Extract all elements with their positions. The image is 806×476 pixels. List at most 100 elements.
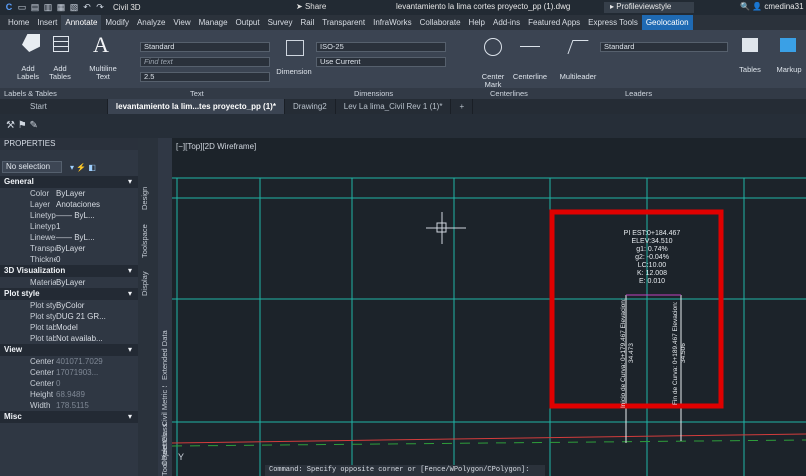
property-value[interactable]: 401071.7029 [56, 356, 138, 367]
new-icon[interactable]: ▭ [17, 2, 27, 13]
share-button[interactable]: ➤ Share [296, 2, 326, 11]
add-tables-icon[interactable] [53, 36, 69, 52]
markup-button[interactable]: Markup [774, 66, 804, 74]
quick-select-icon[interactable]: ▾ ⚡ ◧ [70, 163, 96, 172]
property-value[interactable]: Model [56, 322, 138, 333]
viewport-controls[interactable]: [−][Top][2D Wireframe] [176, 142, 256, 151]
selection-select[interactable]: No selection [2, 161, 62, 173]
tab-transparent[interactable]: Transparent [318, 15, 369, 30]
open-icon[interactable]: ▤ [30, 2, 40, 13]
side-tab-toolspace[interactable]: Toolspace [140, 216, 154, 266]
curve-start-label[interactable]: Inicio de Curva: 0+179.467 Elevacion: 34… [620, 298, 636, 408]
tab-express-tools[interactable]: Express Tools [584, 15, 642, 30]
property-row[interactable]: Lineweight—— ByL... [0, 232, 138, 243]
panel-title-leaders[interactable]: Leaders [625, 88, 652, 99]
file-tab-lev-la-lima[interactable]: Lev La lima_Civil Rev 1 (1)* [336, 99, 452, 114]
center-mark-button[interactable]: Center Mark [478, 73, 508, 89]
side-tab-design[interactable]: Design [140, 180, 154, 216]
find-text-input[interactable]: Find text [140, 57, 270, 67]
new-tab-icon[interactable]: + [451, 99, 474, 114]
property-section-header[interactable]: Misc ▾ [0, 411, 138, 423]
tab-modify[interactable]: Modify [101, 15, 133, 30]
property-row[interactable]: Plot table ty...Not availab... [0, 333, 138, 344]
multiline-text-icon[interactable]: A [93, 32, 109, 58]
property-row[interactable]: Thickness0 [0, 254, 138, 265]
tab-add-ins[interactable]: Add-ins [489, 15, 524, 30]
property-row[interactable]: Linetype—— ByL... [0, 210, 138, 221]
tab-help[interactable]: Help [465, 15, 489, 30]
tab-analyze[interactable]: Analyze [133, 15, 169, 30]
property-value[interactable]: —— ByL... [56, 210, 138, 221]
add-labels-icon[interactable] [22, 34, 40, 52]
dimension-layer-select[interactable]: Use Current [316, 57, 446, 67]
workspace-name[interactable]: Civil 3D [113, 3, 141, 12]
curve-pi-label[interactable]: PI EST:0+184.467 ELEV:34.510 g1: 0.74% g… [612, 230, 692, 286]
property-section-header[interactable]: General ▾ [0, 176, 138, 188]
property-row[interactable]: TransparencyByLayer [0, 243, 138, 254]
property-row[interactable]: Center Y1707190​3... [0, 367, 138, 378]
model-space[interactable]: Y [172, 138, 806, 476]
dimension-button[interactable]: Dimension [274, 68, 314, 76]
toolbar-icon[interactable]: ⚒ ⚑ ✎ [6, 120, 38, 131]
curve-end-label[interactable]: Fin de Curva: 0+189.467 Elevacion: 34.50… [672, 298, 688, 408]
panel-title-labels[interactable]: Labels & Tables [4, 88, 57, 99]
plot-icon[interactable]: ▧ [69, 2, 79, 13]
property-section-header[interactable]: 3D Visualization ▾ [0, 265, 138, 277]
multileader-button[interactable]: Multileader [558, 73, 598, 81]
undo-icon[interactable]: ↶ [82, 2, 92, 13]
property-value[interactable]: 1 [56, 221, 138, 232]
property-value[interactable]: 178.5115 [56, 400, 138, 411]
property-row[interactable]: Color ByLayer [0, 188, 138, 199]
tables-button[interactable]: Tables [736, 66, 764, 74]
centerline-button[interactable]: Centerline [510, 73, 550, 81]
side-tab-display[interactable]: Display [140, 266, 154, 302]
property-row[interactable]: Width 178.5115 [0, 400, 138, 411]
tab-collaborate[interactable]: Collaborate [416, 15, 465, 30]
multileader-icon[interactable] [567, 40, 589, 54]
tab-annotate[interactable]: Annotate [61, 15, 102, 30]
tab-insert[interactable]: Insert [33, 15, 61, 30]
property-value[interactable]: ByLayer [56, 243, 138, 254]
property-value[interactable]: 0 [56, 378, 138, 389]
property-row[interactable]: Layer Anotaciones [0, 199, 138, 210]
tab-featured-apps[interactable]: Featured Apps [524, 15, 584, 30]
drawing-canvas[interactable]: Y [−][Top][2D Wireframe] PI EST:0+184.46… [172, 138, 806, 476]
property-value[interactable]: 1707190​3... [56, 367, 138, 378]
panel-title-text[interactable]: Text [190, 88, 204, 99]
property-row[interactable]: Plot styleByColor [0, 300, 138, 311]
property-row[interactable]: Plot table a...Model [0, 322, 138, 333]
file-tab-active[interactable]: levantamiento la lim...tes proyecto_pp (… [107, 99, 285, 114]
property-value[interactable]: Anotaciones [56, 199, 138, 210]
leader-style-select[interactable]: Standard [600, 42, 728, 52]
panel-title-dimensions[interactable]: Dimensions [354, 88, 393, 99]
property-value[interactable]: DUG 21 GR... [56, 311, 138, 322]
multiline-text-button[interactable]: Multiline Text [86, 65, 120, 81]
property-row[interactable]: Center X401071.7029 [0, 356, 138, 367]
panel-title-centerlines[interactable]: Centerlines [490, 88, 528, 99]
property-row[interactable]: Material ByLayer [0, 277, 138, 288]
tab-home[interactable]: Home [4, 15, 33, 30]
centerline-icon[interactable] [520, 46, 540, 47]
tab-rail[interactable]: Rail [296, 15, 318, 30]
redo-icon[interactable]: ↷ [95, 2, 105, 13]
property-row[interactable]: Height 68.9489 [0, 389, 138, 400]
file-tab-drawing2[interactable]: Drawing2 [285, 99, 336, 114]
property-value[interactable]: 0 [56, 254, 138, 265]
center-mark-icon[interactable] [484, 38, 502, 56]
tab-output[interactable]: Output [232, 15, 264, 30]
app-menu-icon[interactable]: C [4, 2, 14, 13]
search-box[interactable]: ▸ Profileviewstyle [604, 2, 694, 13]
tab-geolocation[interactable]: Geolocation [641, 15, 693, 30]
property-value[interactable]: ByColor [56, 300, 138, 311]
tab-view[interactable]: View [169, 15, 194, 30]
property-section-header[interactable]: Plot style ▾ [0, 288, 138, 300]
dimension-style-select[interactable]: ISO-25 [316, 42, 446, 52]
property-value[interactable]: Not availab... [56, 333, 138, 344]
add-tables-button[interactable]: Add Tables [45, 65, 75, 81]
property-value[interactable]: 68.9489 [56, 389, 138, 400]
add-labels-button[interactable]: Add Labels [10, 65, 46, 81]
chevron-down-icon[interactable]: ▾ [128, 411, 132, 423]
property-row[interactable]: Center Z0 [0, 378, 138, 389]
text-style-select[interactable]: Standard [140, 42, 270, 52]
tab-survey[interactable]: Survey [264, 15, 297, 30]
